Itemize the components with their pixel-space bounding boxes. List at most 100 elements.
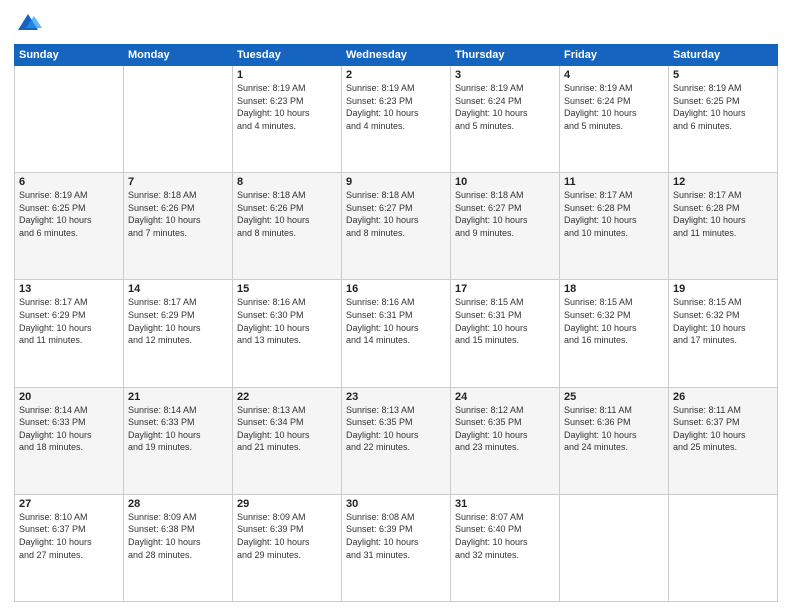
col-header-friday: Friday (560, 45, 669, 66)
calendar-week-row: 13Sunrise: 8:17 AM Sunset: 6:29 PM Dayli… (15, 280, 778, 387)
day-number: 30 (346, 498, 446, 510)
day-info: Sunrise: 8:18 AM Sunset: 6:27 PM Dayligh… (455, 189, 555, 239)
day-number: 6 (19, 176, 119, 188)
day-number: 3 (455, 69, 555, 81)
day-info: Sunrise: 8:15 AM Sunset: 6:31 PM Dayligh… (455, 296, 555, 346)
day-number: 16 (346, 283, 446, 295)
day-number: 22 (237, 391, 337, 403)
col-header-monday: Monday (124, 45, 233, 66)
day-number: 4 (564, 69, 664, 81)
day-number: 24 (455, 391, 555, 403)
day-number: 31 (455, 498, 555, 510)
day-info: Sunrise: 8:13 AM Sunset: 6:34 PM Dayligh… (237, 404, 337, 454)
logo-icon (14, 10, 42, 38)
day-info: Sunrise: 8:09 AM Sunset: 6:39 PM Dayligh… (237, 511, 337, 561)
calendar-cell: 4Sunrise: 8:19 AM Sunset: 6:24 PM Daylig… (560, 66, 669, 173)
day-number: 17 (455, 283, 555, 295)
calendar-cell: 2Sunrise: 8:19 AM Sunset: 6:23 PM Daylig… (342, 66, 451, 173)
calendar-cell: 5Sunrise: 8:19 AM Sunset: 6:25 PM Daylig… (669, 66, 778, 173)
day-info: Sunrise: 8:19 AM Sunset: 6:25 PM Dayligh… (19, 189, 119, 239)
day-number: 5 (673, 69, 773, 81)
day-number: 25 (564, 391, 664, 403)
calendar-cell: 28Sunrise: 8:09 AM Sunset: 6:38 PM Dayli… (124, 494, 233, 601)
day-info: Sunrise: 8:14 AM Sunset: 6:33 PM Dayligh… (19, 404, 119, 454)
page: SundayMondayTuesdayWednesdayThursdayFrid… (0, 0, 792, 612)
calendar-cell: 8Sunrise: 8:18 AM Sunset: 6:26 PM Daylig… (233, 173, 342, 280)
calendar-cell (124, 66, 233, 173)
calendar-cell: 23Sunrise: 8:13 AM Sunset: 6:35 PM Dayli… (342, 387, 451, 494)
day-info: Sunrise: 8:18 AM Sunset: 6:26 PM Dayligh… (128, 189, 228, 239)
day-info: Sunrise: 8:18 AM Sunset: 6:27 PM Dayligh… (346, 189, 446, 239)
col-header-wednesday: Wednesday (342, 45, 451, 66)
day-info: Sunrise: 8:19 AM Sunset: 6:24 PM Dayligh… (455, 82, 555, 132)
calendar-cell (560, 494, 669, 601)
calendar-cell: 3Sunrise: 8:19 AM Sunset: 6:24 PM Daylig… (451, 66, 560, 173)
day-number: 9 (346, 176, 446, 188)
calendar-table: SundayMondayTuesdayWednesdayThursdayFrid… (14, 44, 778, 602)
calendar-cell: 16Sunrise: 8:16 AM Sunset: 6:31 PM Dayli… (342, 280, 451, 387)
calendar-cell: 7Sunrise: 8:18 AM Sunset: 6:26 PM Daylig… (124, 173, 233, 280)
day-info: Sunrise: 8:16 AM Sunset: 6:31 PM Dayligh… (346, 296, 446, 346)
day-number: 28 (128, 498, 228, 510)
day-info: Sunrise: 8:17 AM Sunset: 6:28 PM Dayligh… (673, 189, 773, 239)
day-number: 13 (19, 283, 119, 295)
col-header-saturday: Saturday (669, 45, 778, 66)
calendar-cell: 30Sunrise: 8:08 AM Sunset: 6:39 PM Dayli… (342, 494, 451, 601)
calendar-week-row: 6Sunrise: 8:19 AM Sunset: 6:25 PM Daylig… (15, 173, 778, 280)
calendar-cell: 22Sunrise: 8:13 AM Sunset: 6:34 PM Dayli… (233, 387, 342, 494)
calendar-cell: 29Sunrise: 8:09 AM Sunset: 6:39 PM Dayli… (233, 494, 342, 601)
col-header-thursday: Thursday (451, 45, 560, 66)
day-info: Sunrise: 8:09 AM Sunset: 6:38 PM Dayligh… (128, 511, 228, 561)
col-header-sunday: Sunday (15, 45, 124, 66)
calendar-cell: 27Sunrise: 8:10 AM Sunset: 6:37 PM Dayli… (15, 494, 124, 601)
day-info: Sunrise: 8:19 AM Sunset: 6:24 PM Dayligh… (564, 82, 664, 132)
day-info: Sunrise: 8:19 AM Sunset: 6:23 PM Dayligh… (237, 82, 337, 132)
calendar-cell: 13Sunrise: 8:17 AM Sunset: 6:29 PM Dayli… (15, 280, 124, 387)
calendar-cell: 12Sunrise: 8:17 AM Sunset: 6:28 PM Dayli… (669, 173, 778, 280)
day-number: 19 (673, 283, 773, 295)
day-info: Sunrise: 8:12 AM Sunset: 6:35 PM Dayligh… (455, 404, 555, 454)
day-number: 26 (673, 391, 773, 403)
calendar-cell: 20Sunrise: 8:14 AM Sunset: 6:33 PM Dayli… (15, 387, 124, 494)
calendar-cell (669, 494, 778, 601)
col-header-tuesday: Tuesday (233, 45, 342, 66)
calendar-cell: 21Sunrise: 8:14 AM Sunset: 6:33 PM Dayli… (124, 387, 233, 494)
calendar-cell: 19Sunrise: 8:15 AM Sunset: 6:32 PM Dayli… (669, 280, 778, 387)
calendar-cell: 6Sunrise: 8:19 AM Sunset: 6:25 PM Daylig… (15, 173, 124, 280)
header (14, 10, 778, 38)
day-info: Sunrise: 8:19 AM Sunset: 6:23 PM Dayligh… (346, 82, 446, 132)
day-number: 27 (19, 498, 119, 510)
day-info: Sunrise: 8:10 AM Sunset: 6:37 PM Dayligh… (19, 511, 119, 561)
day-info: Sunrise: 8:16 AM Sunset: 6:30 PM Dayligh… (237, 296, 337, 346)
day-number: 10 (455, 176, 555, 188)
day-number: 1 (237, 69, 337, 81)
calendar-week-row: 27Sunrise: 8:10 AM Sunset: 6:37 PM Dayli… (15, 494, 778, 601)
calendar-week-row: 20Sunrise: 8:14 AM Sunset: 6:33 PM Dayli… (15, 387, 778, 494)
day-number: 18 (564, 283, 664, 295)
day-number: 15 (237, 283, 337, 295)
day-info: Sunrise: 8:08 AM Sunset: 6:39 PM Dayligh… (346, 511, 446, 561)
day-info: Sunrise: 8:15 AM Sunset: 6:32 PM Dayligh… (673, 296, 773, 346)
calendar-cell: 15Sunrise: 8:16 AM Sunset: 6:30 PM Dayli… (233, 280, 342, 387)
day-info: Sunrise: 8:11 AM Sunset: 6:36 PM Dayligh… (564, 404, 664, 454)
day-info: Sunrise: 8:15 AM Sunset: 6:32 PM Dayligh… (564, 296, 664, 346)
day-number: 20 (19, 391, 119, 403)
calendar-cell (15, 66, 124, 173)
day-info: Sunrise: 8:17 AM Sunset: 6:29 PM Dayligh… (19, 296, 119, 346)
day-number: 11 (564, 176, 664, 188)
calendar-cell: 11Sunrise: 8:17 AM Sunset: 6:28 PM Dayli… (560, 173, 669, 280)
calendar-week-row: 1Sunrise: 8:19 AM Sunset: 6:23 PM Daylig… (15, 66, 778, 173)
day-info: Sunrise: 8:07 AM Sunset: 6:40 PM Dayligh… (455, 511, 555, 561)
day-number: 21 (128, 391, 228, 403)
logo (14, 10, 46, 38)
calendar-cell: 26Sunrise: 8:11 AM Sunset: 6:37 PM Dayli… (669, 387, 778, 494)
day-number: 23 (346, 391, 446, 403)
day-number: 12 (673, 176, 773, 188)
calendar-cell: 9Sunrise: 8:18 AM Sunset: 6:27 PM Daylig… (342, 173, 451, 280)
day-number: 14 (128, 283, 228, 295)
calendar-cell: 31Sunrise: 8:07 AM Sunset: 6:40 PM Dayli… (451, 494, 560, 601)
day-number: 2 (346, 69, 446, 81)
day-info: Sunrise: 8:14 AM Sunset: 6:33 PM Dayligh… (128, 404, 228, 454)
day-info: Sunrise: 8:17 AM Sunset: 6:29 PM Dayligh… (128, 296, 228, 346)
calendar-cell: 10Sunrise: 8:18 AM Sunset: 6:27 PM Dayli… (451, 173, 560, 280)
